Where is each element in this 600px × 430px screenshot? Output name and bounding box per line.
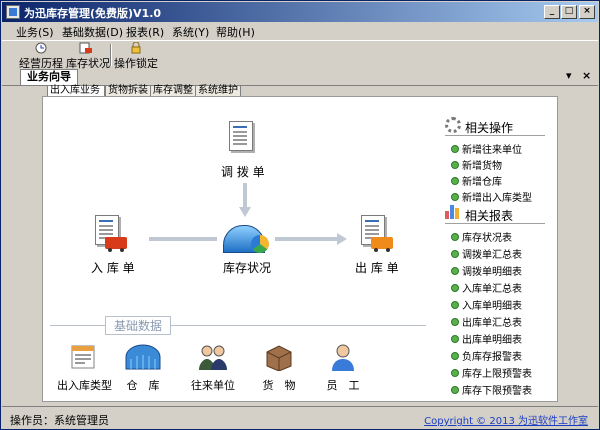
lock-icon <box>131 42 141 54</box>
base-goods[interactable]: 货 物 <box>253 343 305 393</box>
copyright-link[interactable]: Copyright © 2013 为迅软件工作室 <box>424 412 588 427</box>
link-new-goods[interactable]: 新增货物 <box>451 157 502 172</box>
flow-line-in <box>149 237 217 241</box>
bullet-icon <box>451 145 459 153</box>
tab-list-dropdown[interactable]: ▾ <box>566 69 572 82</box>
menu-business[interactable]: 业务(S) <box>16 24 54 40</box>
stock-pie-icon <box>251 235 269 253</box>
related-reports-divider <box>445 223 545 224</box>
link-report-stock-status[interactable]: 库存状况表 <box>451 229 512 244</box>
tab-business-guide[interactable]: 业务向导 <box>20 69 78 85</box>
app-icon <box>6 5 20 19</box>
base-in-out-type[interactable]: 出入库类型 <box>57 343 112 393</box>
menu-reports[interactable]: 报表(R) <box>126 24 164 40</box>
link-report-transfer-detail[interactable]: 调拨单明细表 <box>451 263 522 278</box>
employee-icon <box>332 344 354 371</box>
base-data-title: 基础数据 <box>105 316 172 335</box>
link-report-upper-limit[interactable]: 库存上限预警表 <box>451 365 532 380</box>
base-goods-label: 货 物 <box>262 379 296 392</box>
bullet-icon <box>451 318 459 326</box>
maximize-button[interactable]: □ <box>561 5 577 19</box>
tab-close-button[interactable]: × <box>582 69 591 82</box>
base-in-out-type-label: 出入库类型 <box>57 379 112 392</box>
title-bar[interactable]: 为迅库存管理(免费版)V1.0 _ □ × <box>2 2 598 22</box>
related-reports-title: 相关报表 <box>465 209 514 223</box>
inventory-icon <box>79 42 92 54</box>
toolbar-lock-button[interactable]: 操作锁定 <box>114 42 158 70</box>
transfer-order-label: 调 拨 单 <box>221 165 265 179</box>
bullet-icon <box>451 284 459 292</box>
document-tab-bar: 业务向导 ▾ × <box>2 69 598 86</box>
flow-line-out <box>275 237 337 241</box>
related-ops-title: 相关操作 <box>465 121 514 135</box>
warehouse-icon <box>125 344 161 370</box>
bullet-icon <box>451 233 459 241</box>
stock-status-label: 库存状况 <box>223 261 272 275</box>
outbound-order-label: 出 库 单 <box>355 261 399 275</box>
base-employees-label: 员 工 <box>326 379 360 392</box>
base-employees[interactable]: 员 工 <box>317 343 369 393</box>
contacts-icon <box>199 345 227 370</box>
base-partners-label: 往来单位 <box>191 379 235 392</box>
bullet-icon <box>451 386 459 394</box>
link-report-inbound-summary[interactable]: 入库单汇总表 <box>451 280 522 295</box>
status-bar: 操作员：系统管理员 Copyright © 2013 为迅软件工作室 <box>2 406 598 429</box>
main-window: 为迅库存管理(免费版)V1.0 _ □ × 业务(S) 基础数据(D) 报表(R… <box>0 0 600 430</box>
flow-arrow-down <box>239 207 251 217</box>
gear-icon <box>445 117 461 133</box>
goods-box-icon <box>266 345 292 371</box>
link-new-in-out-type[interactable]: 新增出入库类型 <box>451 189 532 204</box>
link-report-outbound-detail[interactable]: 出库单明细表 <box>451 331 522 346</box>
toolbar-history-button[interactable]: 经营历程 <box>16 42 66 70</box>
toolbar: 经营历程 库存状况 操作锁定 <box>2 40 598 70</box>
report-chart-icon <box>445 205 461 219</box>
related-ops-divider <box>445 135 545 136</box>
flow-arrow-right <box>337 233 347 245</box>
link-report-negative-stock[interactable]: 负库存报警表 <box>451 348 522 363</box>
flow-line-transfer <box>243 183 247 209</box>
minimize-button[interactable]: _ <box>544 5 560 19</box>
menu-help[interactable]: 帮助(H) <box>216 24 255 40</box>
transfer-order-icon <box>229 121 253 151</box>
outbound-truck-icon <box>371 237 393 252</box>
base-warehouse[interactable]: 仓 库 <box>117 343 169 393</box>
bullet-icon <box>451 301 459 309</box>
close-button[interactable]: × <box>579 5 595 19</box>
inbound-truck-icon <box>105 237 127 252</box>
bullet-icon <box>451 369 459 377</box>
bullet-icon <box>451 267 459 275</box>
bullet-icon <box>451 193 459 201</box>
link-new-partner[interactable]: 新增往来单位 <box>451 141 522 156</box>
bullet-icon <box>451 352 459 360</box>
menu-system[interactable]: 系统(Y) <box>172 24 209 40</box>
base-partners[interactable]: 往来单位 <box>185 343 241 393</box>
link-new-warehouse[interactable]: 新增仓库 <box>451 173 502 188</box>
link-report-outbound-summary[interactable]: 出库单汇总表 <box>451 314 522 329</box>
status-operator: 操作员：系统管理员 <box>10 414 109 427</box>
in-out-type-icon <box>71 345 95 369</box>
bullet-icon <box>451 335 459 343</box>
toolbar-inventory-button[interactable]: 库存状况 <box>66 42 110 70</box>
history-icon <box>35 42 47 54</box>
bullet-icon <box>451 250 459 258</box>
window-title: 为迅库存管理(免费版)V1.0 <box>24 7 162 20</box>
bullet-icon <box>451 161 459 169</box>
link-report-lower-limit[interactable]: 库存下限预警表 <box>451 382 532 397</box>
menu-bar: 业务(S) 基础数据(D) 报表(R) 系统(Y) 帮助(H) <box>2 22 598 40</box>
inbound-order-label: 入 库 单 <box>91 261 135 275</box>
base-warehouse-label: 仓 库 <box>126 379 160 392</box>
menu-base-data[interactable]: 基础数据(D) <box>62 24 123 40</box>
bullet-icon <box>451 177 459 185</box>
link-report-inbound-detail[interactable]: 入库单明细表 <box>451 297 522 312</box>
link-report-transfer-summary[interactable]: 调拨单汇总表 <box>451 246 522 261</box>
toolbar-separator <box>110 44 112 66</box>
